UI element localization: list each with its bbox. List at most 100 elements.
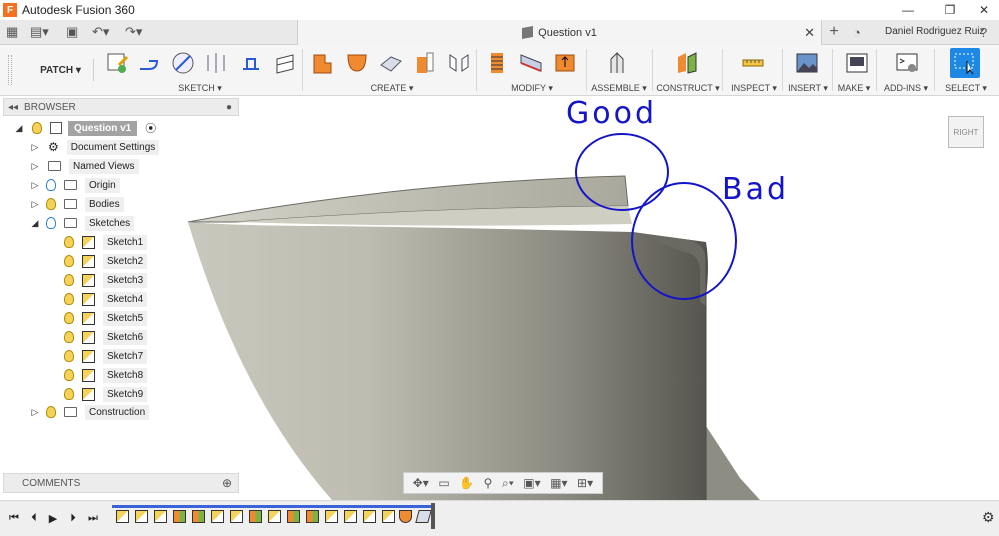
undo-icon[interactable]: ↶▾: [92, 24, 109, 40]
expand-triangle-icon[interactable]: ▷: [30, 180, 40, 191]
new-tab-icon[interactable]: +: [826, 23, 842, 40]
select-icon[interactable]: [950, 48, 980, 78]
addins-group-label[interactable]: ADD-INS ▾: [880, 83, 932, 94]
visibility-bulb-icon[interactable]: [64, 312, 74, 324]
pan-icon[interactable]: ✋: [459, 476, 474, 490]
visibility-bulb-icon[interactable]: [46, 179, 56, 191]
timeline-sketch-feature[interactable]: [325, 510, 338, 523]
visibility-bulb-icon[interactable]: [64, 388, 74, 400]
tree-item[interactable]: ▷ Named Views: [30, 157, 139, 175]
timeline-sketch-feature[interactable]: [211, 510, 224, 523]
collapse-triangle-icon[interactable]: ◢: [30, 218, 40, 229]
construct-group-label[interactable]: CONSTRUCT ▾: [656, 83, 720, 94]
expand-triangle-icon[interactable]: ▷: [30, 407, 40, 418]
new-component-icon[interactable]: [604, 49, 630, 77]
tree-item-sketch[interactable]: Sketch8: [56, 366, 148, 384]
timeline-sketch-feature[interactable]: [344, 510, 357, 523]
display-settings-icon[interactable]: ▣▾: [523, 476, 540, 490]
tree-item-sketch[interactable]: Sketch2: [56, 252, 148, 270]
pin-icon[interactable]: ●: [226, 102, 232, 113]
measure-icon[interactable]: [740, 49, 766, 77]
timeline-sketch-feature[interactable]: [154, 510, 167, 523]
timeline-sketch-feature[interactable]: [382, 510, 395, 523]
go-to-end-icon[interactable]: ⏭: [86, 511, 100, 525]
expand-triangle-icon[interactable]: ▷: [30, 142, 40, 153]
minimize-icon[interactable]: —: [890, 0, 926, 20]
grid-settings-icon[interactable]: ▦▾: [550, 476, 567, 490]
step-forward-icon[interactable]: ⏵: [66, 511, 80, 525]
visibility-bulb-icon[interactable]: [64, 255, 74, 267]
visibility-bulb-icon[interactable]: [46, 198, 56, 210]
activate-icon[interactable]: ⦿: [145, 120, 156, 136]
3d-print-icon[interactable]: [844, 49, 870, 77]
document-tab[interactable]: Question v1 ✕: [297, 20, 822, 45]
timeline-track[interactable]: [112, 505, 434, 508]
look-at-icon[interactable]: ▭: [438, 476, 449, 490]
circle-icon[interactable]: [170, 49, 196, 77]
timeline-sketch-feature[interactable]: [116, 510, 129, 523]
reverse-normal-icon[interactable]: [552, 49, 578, 77]
extend-icon[interactable]: [518, 49, 544, 77]
job-status-icon[interactable]: ◔: [853, 24, 861, 40]
tree-item[interactable]: ▷ Origin: [30, 176, 120, 194]
visibility-bulb-icon[interactable]: [32, 122, 42, 134]
visibility-bulb-icon[interactable]: [64, 331, 74, 343]
timeline-sketch-feature[interactable]: [363, 510, 376, 523]
grid-menu-icon[interactable]: ▦: [6, 24, 18, 40]
tree-item-sketch[interactable]: Sketch4: [56, 290, 148, 308]
browser-header[interactable]: ◂◂ BROWSER ●: [3, 98, 239, 116]
file-icon[interactable]: ▤▾: [30, 24, 49, 40]
tree-item[interactable]: ▷ Bodies: [30, 195, 124, 213]
create-group-label[interactable]: CREATE ▾: [352, 83, 432, 94]
viewcube[interactable]: RIGHT: [948, 116, 984, 148]
patch-extrude-icon[interactable]: [310, 49, 336, 77]
expand-triangle-icon[interactable]: ▷: [30, 161, 40, 172]
timeline-plane-feature[interactable]: [192, 510, 205, 523]
make-group-label[interactable]: MAKE ▾: [834, 83, 874, 94]
timeline-sketch-feature[interactable]: [135, 510, 148, 523]
timeline-revolve-feature[interactable]: [399, 510, 412, 523]
expand-triangle-icon[interactable]: ▷: [30, 199, 40, 210]
offset-icon[interactable]: [412, 49, 438, 77]
zoom-window-icon[interactable]: ⌕▾: [502, 476, 514, 491]
viewports-icon[interactable]: ⊞▾: [577, 476, 593, 490]
visibility-bulb-icon[interactable]: [64, 274, 74, 286]
sketch-group-label[interactable]: SKETCH ▾: [160, 83, 240, 94]
visibility-bulb-icon[interactable]: [46, 406, 56, 418]
timeline-sketch-feature[interactable]: [268, 510, 281, 523]
comments-panel[interactable]: COMMENTS ⊕: [3, 473, 239, 493]
play-icon[interactable]: ▶: [46, 511, 60, 525]
workspace-switcher[interactable]: PATCH ▾: [28, 59, 94, 81]
line-icon[interactable]: [136, 49, 162, 77]
trim-icon[interactable]: [484, 49, 510, 77]
go-to-start-icon[interactable]: ⏮: [7, 511, 21, 525]
visibility-bulb-icon[interactable]: [46, 217, 56, 229]
timeline-plane-feature[interactable]: [306, 510, 319, 523]
timeline-plane-feature[interactable]: [287, 510, 300, 523]
save-icon[interactable]: ▣: [66, 24, 78, 40]
select-group-label[interactable]: SELECT ▾: [942, 83, 990, 94]
timeline-patch-feature[interactable]: [415, 510, 432, 523]
project-icon[interactable]: [238, 49, 264, 77]
timeline-sketch-feature[interactable]: [230, 510, 243, 523]
visibility-bulb-icon[interactable]: [64, 293, 74, 305]
tree-item-sketch[interactable]: Sketch7: [56, 347, 148, 365]
timeline-plane-feature[interactable]: [249, 510, 262, 523]
tree-item-sketch[interactable]: Sketch3: [56, 271, 148, 289]
add-comment-icon[interactable]: ⊕: [222, 476, 232, 490]
zoom-icon[interactable]: ⚲: [484, 476, 493, 490]
tree-item[interactable]: ▷ ⚙ Document Settings: [30, 138, 160, 156]
tree-item-sketch[interactable]: Sketch5: [56, 309, 148, 327]
user-name[interactable]: Daniel Rodriguez Ruiz: [885, 26, 985, 37]
modify-group-label[interactable]: MODIFY ▾: [492, 83, 572, 94]
tree-item-sketch[interactable]: Sketch9: [56, 385, 148, 403]
canvas-viewport[interactable]: [0, 96, 999, 500]
step-back-icon[interactable]: ⏴: [27, 511, 41, 525]
redo-icon[interactable]: ↷▾: [125, 24, 142, 40]
create-sketch-icon[interactable]: [104, 49, 130, 77]
tree-item[interactable]: ◢ Sketches: [30, 214, 135, 232]
collapse-icon[interactable]: ◂◂: [8, 102, 18, 113]
visibility-bulb-icon[interactable]: [64, 350, 74, 362]
tree-item[interactable]: ▷ Construction: [30, 403, 150, 421]
tree-item-sketch[interactable]: Sketch6: [56, 328, 148, 346]
